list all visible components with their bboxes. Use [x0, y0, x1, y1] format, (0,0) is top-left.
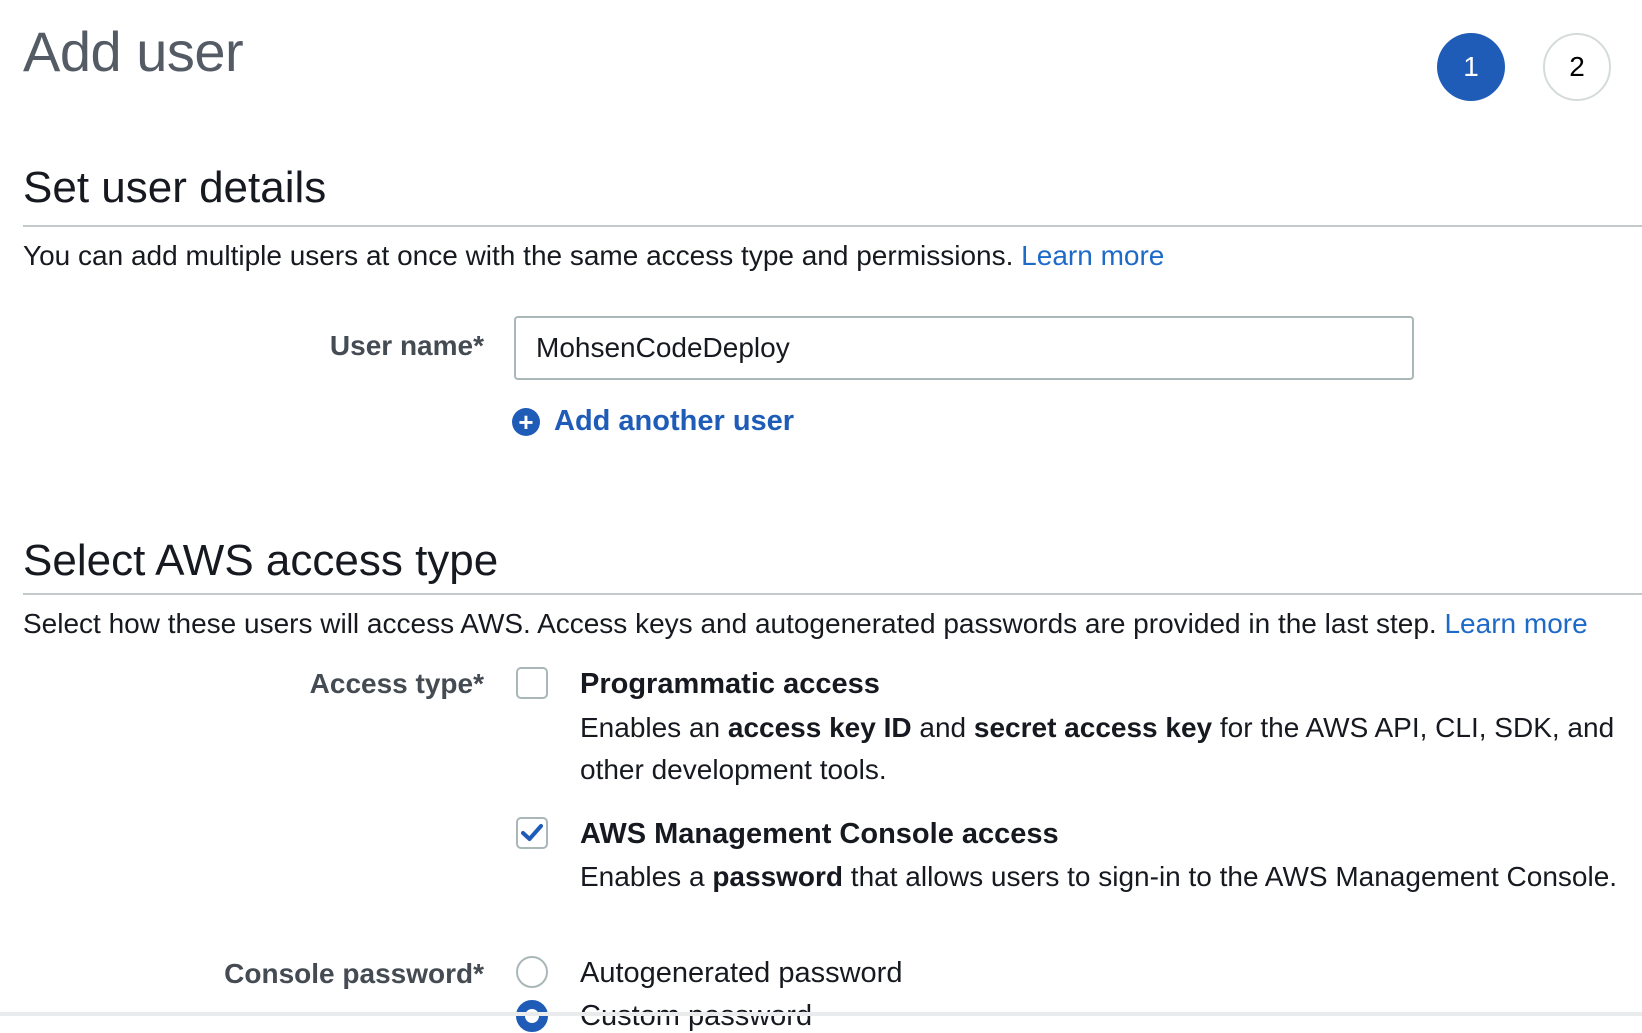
programmatic-access-description: Enables an access key ID and secret acce… [580, 707, 1620, 791]
console-access-description: Enables a password that allows users to … [580, 856, 1620, 898]
learn-more-link[interactable]: Learn more [1444, 608, 1587, 639]
desc-bold: access key ID [727, 712, 912, 743]
set-user-details-heading: Set user details [23, 163, 327, 212]
user-name-input[interactable] [514, 316, 1414, 380]
desc-text: Enables an [580, 712, 728, 743]
bottom-divider [0, 1012, 1642, 1016]
desc-text: and [911, 712, 974, 743]
autogenerated-password-label: Autogenerated password [580, 957, 903, 989]
desc-bold: secret access key [973, 712, 1213, 743]
access-type-description: Select how these users will access AWS. … [23, 608, 1588, 640]
custom-password-radio[interactable] [516, 1000, 548, 1032]
programmatic-access-title: Programmatic access [580, 668, 880, 700]
step-indicator-2[interactable]: 2 [1543, 33, 1611, 101]
section-divider [23, 593, 1642, 595]
desc-bold: password [712, 861, 844, 892]
autogenerated-password-radio[interactable] [516, 956, 548, 988]
access-type-label: Access type* [309, 668, 484, 699]
checkmark-icon [521, 824, 543, 841]
page-title: Add user [23, 20, 244, 83]
console-access-title: AWS Management Console access [580, 818, 1059, 850]
user-name-label: User name* [329, 330, 484, 361]
desc-text: Enables a [580, 861, 713, 892]
desc-text: that allows users to sign-in to the AWS … [843, 861, 1618, 892]
plus-circle-icon: + [512, 407, 540, 436]
section-divider [23, 225, 1642, 227]
access-type-heading: Select AWS access type [23, 536, 499, 585]
user-details-description-text: You can add multiple users at once with … [23, 240, 1014, 271]
add-another-user-label: Add another user [554, 405, 795, 437]
access-type-description-text: Select how these users will access AWS. … [23, 608, 1437, 639]
custom-password-label: Custom password [580, 1000, 813, 1032]
console-access-checkbox[interactable] [516, 817, 548, 849]
add-another-user-button[interactable]: + Add another user [512, 405, 794, 438]
learn-more-link[interactable]: Learn more [1021, 240, 1164, 271]
programmatic-access-checkbox[interactable] [516, 667, 548, 699]
console-password-label: Console password* [224, 958, 484, 989]
user-details-description: You can add multiple users at once with … [23, 240, 1164, 272]
step-indicator-1[interactable]: 1 [1437, 33, 1505, 101]
